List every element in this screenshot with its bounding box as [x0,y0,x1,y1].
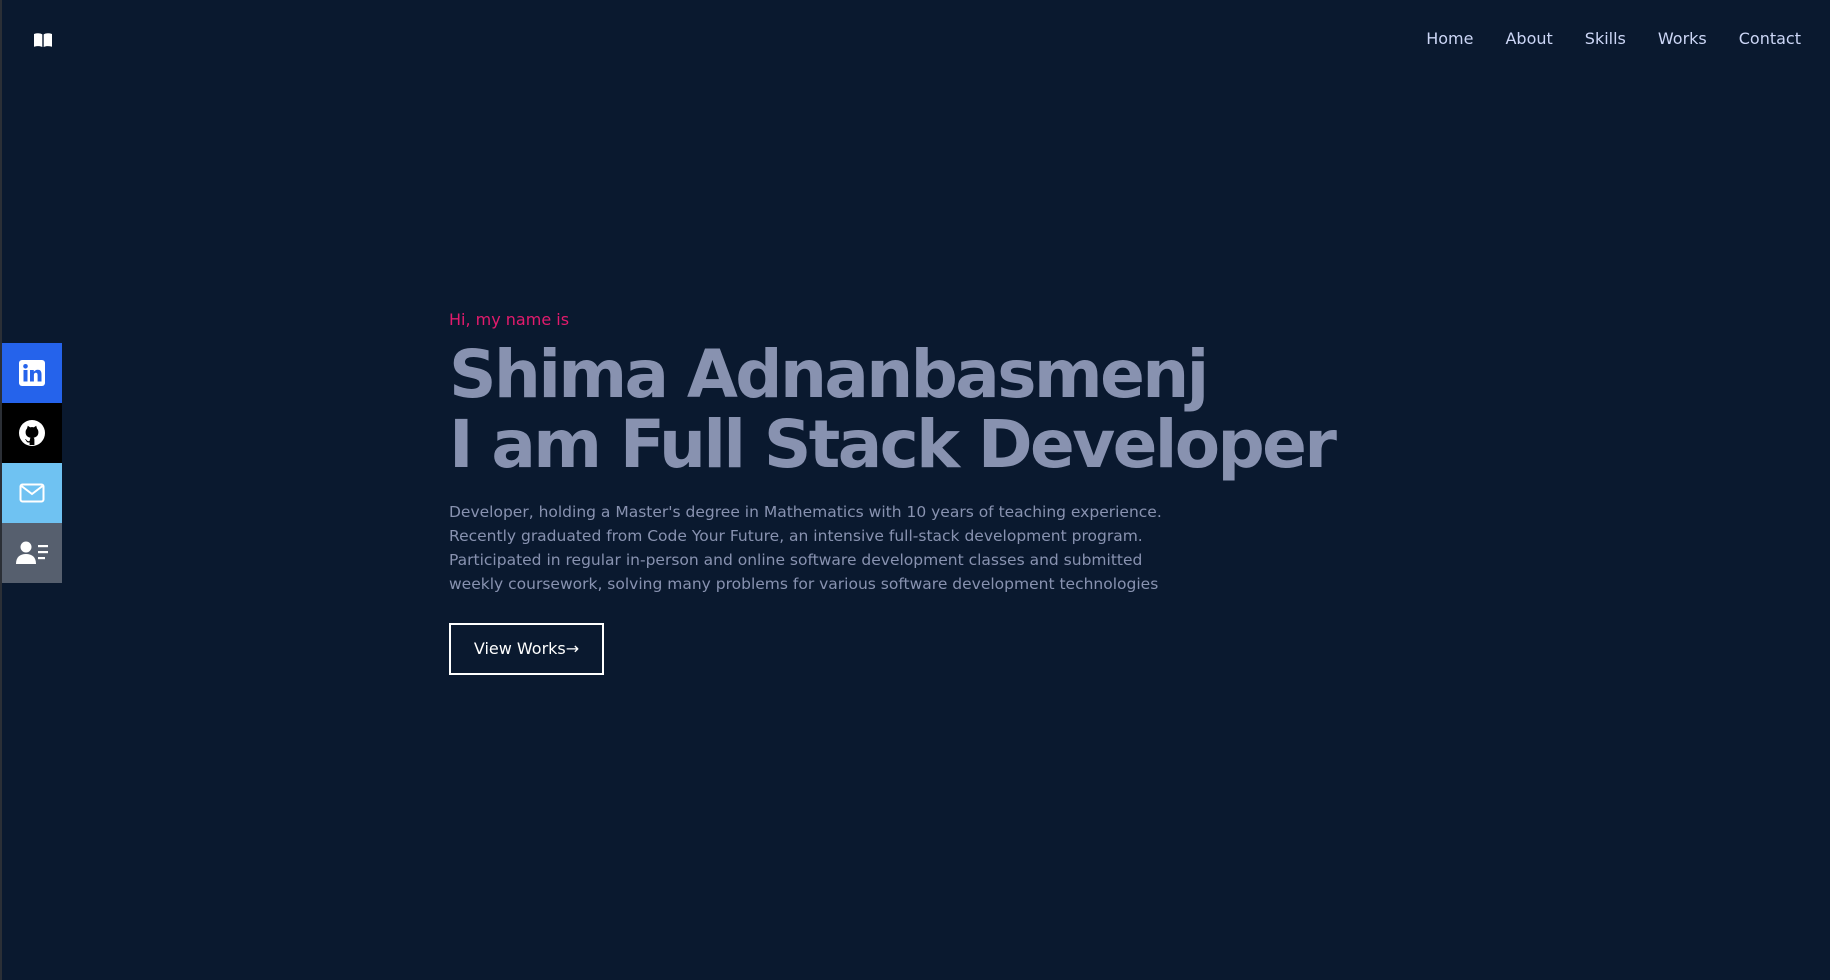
hero-section: Hi, my name is Shima Adnanbasmenj I am F… [449,310,1349,675]
hero-bio: Developer, holding a Master's degree in … [449,500,1162,596]
book-icon[interactable] [33,32,53,48]
nav-works[interactable]: Works [1658,28,1707,50]
nav-contact[interactable]: Contact [1739,28,1801,50]
social-sidebar [2,343,62,583]
linkedin-link[interactable] [2,343,62,403]
email-link[interactable] [2,463,62,523]
linkedin-icon [19,360,45,386]
hero-headline: Shima Adnanbasmenj I am Full Stack Devel… [449,340,1349,480]
hero-greeting: Hi, my name is [449,310,570,329]
hero-bio-line: Participated in regular in-person and on… [449,551,1143,569]
nav-skills[interactable]: Skills [1585,28,1626,50]
resume-icon [16,540,48,566]
hero-bio-line: weekly coursework, solving many problems… [449,575,1159,593]
nav-about[interactable]: About [1505,28,1552,50]
hero-bio-line: Recently graduated from Code Your Future… [449,527,1143,545]
hero-bio-line: Developer, holding a Master's degree in … [449,503,1162,521]
github-icon [18,419,46,447]
hero-name: Shima Adnanbasmenj [449,336,1209,413]
view-works-button[interactable]: View Works→ [449,623,604,675]
github-link[interactable] [2,403,62,463]
mail-icon [19,483,45,503]
main-nav: Home About Skills Works Contact [1394,28,1801,50]
hero-title: I am Full Stack Developer [449,406,1337,483]
resume-link[interactable] [2,523,62,583]
nav-home[interactable]: Home [1426,28,1473,50]
